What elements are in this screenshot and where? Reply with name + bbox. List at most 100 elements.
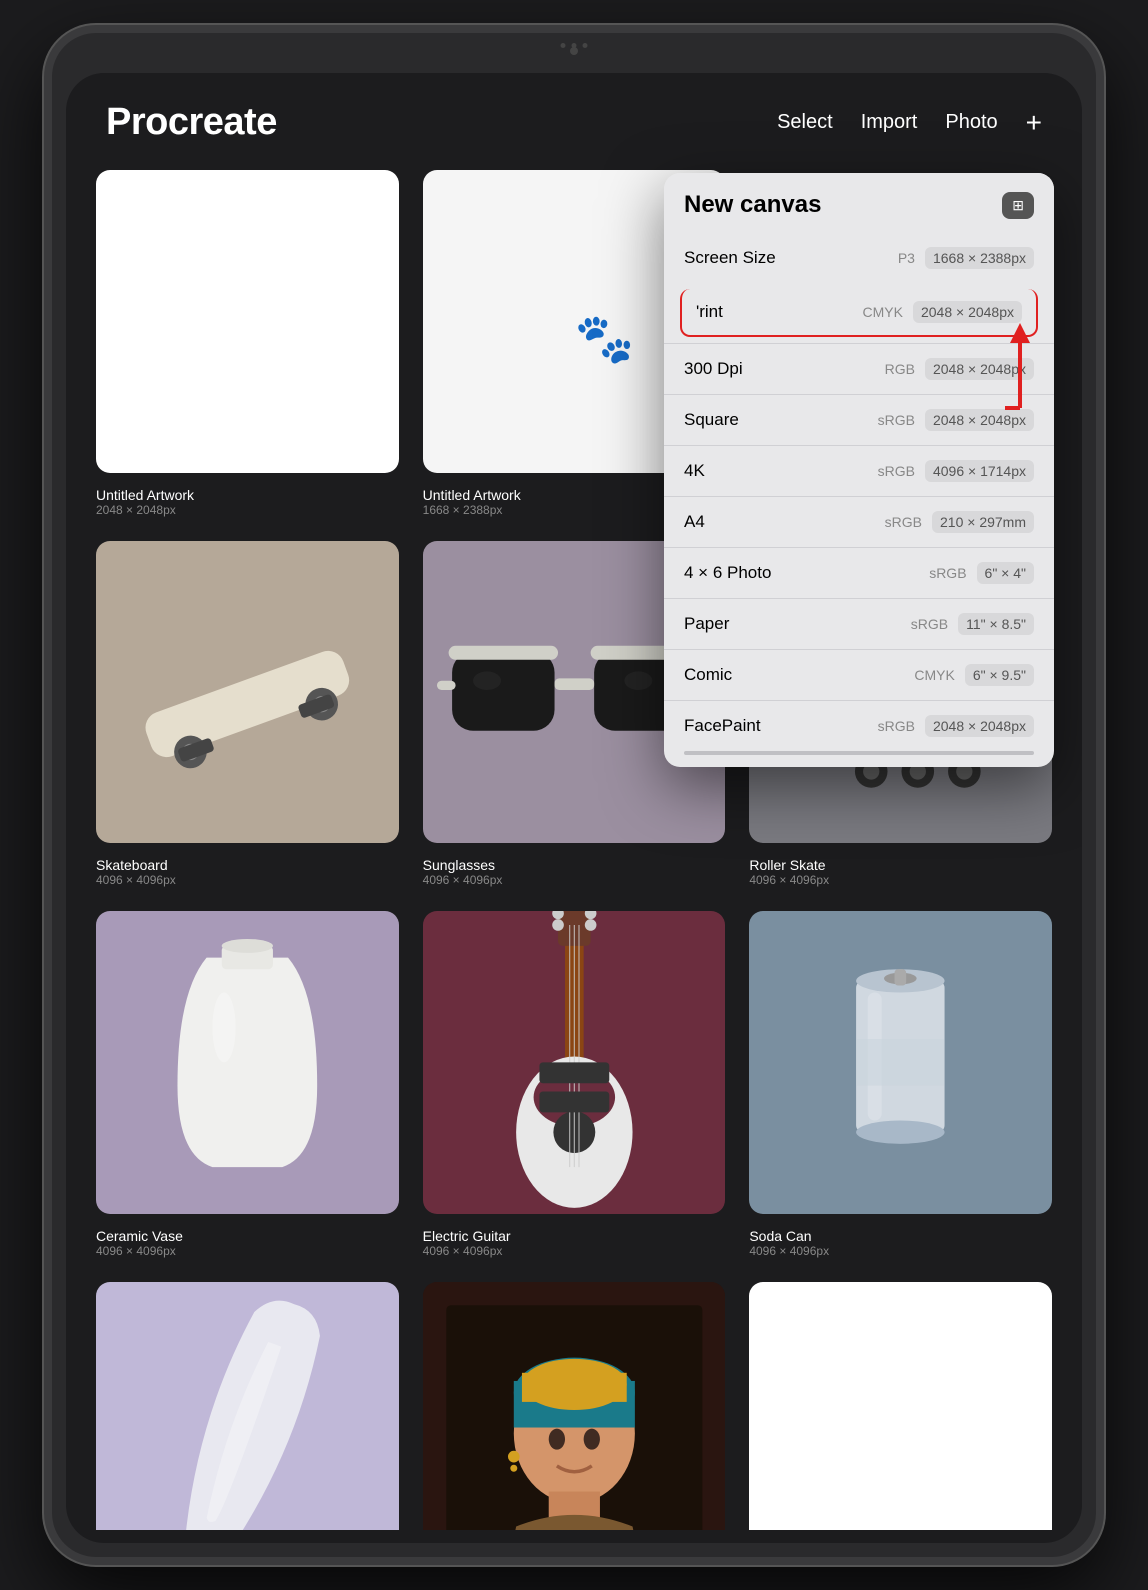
new-canvas-popup: New canvas ⊞ Screen Size P3 1668 × 2388p… (664, 173, 1054, 767)
canvas-item-color-4k: sRGB (878, 463, 915, 479)
canvas-item-name-300dpi: 300 Dpi (684, 359, 885, 379)
ipad-frame: Procreate Select Import Photo + Untitled… (44, 25, 1104, 1565)
canvas-item-color-comic: CMYK (914, 667, 954, 683)
canvas-item-size-a4: 210 × 297mm (932, 511, 1034, 533)
vase-title: Ceramic Vase (96, 1228, 399, 1244)
guitar-svg (423, 911, 726, 1214)
artwork-item-girl[interactable]: Untitled Artwork 2048 × 2048px (423, 1282, 726, 1530)
canvas-item-name-paper: Paper (684, 614, 911, 634)
canvas-item-name-square: Square (684, 410, 878, 430)
photo-button[interactable]: Photo (945, 111, 997, 134)
canvas-item-screensize[interactable]: Screen Size P3 1668 × 2388px (664, 233, 1054, 283)
vase-label: Ceramic Vase 4096 × 4096px (96, 1228, 399, 1258)
canvas-item-color-square: sRGB (878, 412, 915, 428)
artwork-thumb-surfboard[interactable] (96, 1282, 399, 1530)
skateboard-title: Skateboard (96, 857, 399, 873)
canvas-item-color-photo: sRGB (929, 565, 966, 581)
camera-bar (561, 43, 588, 48)
red-arrow-svg (1000, 318, 1040, 438)
surfboard-svg (96, 1282, 399, 1530)
canvas-item-square[interactable]: Square sRGB 2048 × 2048px (664, 394, 1054, 445)
canvas-item-photo[interactable]: 4 × 6 Photo sRGB 6" × 4" (664, 547, 1054, 598)
header-actions: Select Import Photo + (777, 107, 1042, 139)
canvas-item-4k[interactable]: 4K sRGB 4096 × 1714px (664, 445, 1054, 496)
artwork-thumb-skate[interactable] (96, 541, 399, 844)
canvas-list: Screen Size P3 1668 × 2388px 'rint CMYK … (664, 233, 1054, 751)
rollerskate-label: Roller Skate 4096 × 4096px (749, 857, 1052, 887)
canvas-list-scrollbar (684, 751, 1034, 755)
artwork-thumb-girl[interactable] (423, 1282, 726, 1530)
canvas-item-color-a4: sRGB (885, 514, 922, 530)
guitar-title: Electric Guitar (423, 1228, 726, 1244)
canvas-item-name-facepaint: FacePaint (684, 716, 878, 736)
canvas-item-size-paper: 11" × 8.5" (958, 613, 1034, 635)
artwork-thumb-1[interactable] (96, 170, 399, 473)
canvas-item-size-4k: 4096 × 1714px (925, 460, 1034, 482)
sodacan-label: Soda Can 4096 × 4096px (749, 1228, 1052, 1258)
artwork-item-surfboard[interactable]: Surfboard 4096 × 4096px (96, 1282, 399, 1530)
canvas-item-color-print: CMYK (863, 304, 903, 320)
artwork-item-1[interactable]: Untitled Artwork 2048 × 2048px (96, 170, 399, 517)
new-canvas-add-button[interactable]: ⊞ (1002, 192, 1034, 219)
rollerskate-title: Roller Skate (749, 857, 1052, 873)
canvas-item-name-photo: 4 × 6 Photo (684, 563, 929, 583)
canvas-item-comic[interactable]: Comic CMYK 6" × 9.5" (664, 649, 1054, 700)
vase-svg (96, 911, 399, 1214)
artwork-thumb-vase[interactable] (96, 911, 399, 1214)
artwork-item-vase[interactable]: Ceramic Vase 4096 × 4096px (96, 911, 399, 1258)
canvas-item-color-facepaint: sRGB (878, 718, 915, 734)
popup-title: New canvas (684, 191, 821, 219)
canvas-item-300dpi[interactable]: 300 Dpi RGB 2048 × 2048px (664, 343, 1054, 394)
sunglasses-title: Sunglasses (423, 857, 726, 873)
skateboard-label: Skateboard 4096 × 4096px (96, 857, 399, 887)
artwork-item-blank[interactable]: Untitled Artwork 2048 × 2048px (749, 1282, 1052, 1530)
rollerskate-size: 4096 × 4096px (749, 873, 1052, 887)
artwork-item-sodacan[interactable]: Soda Can 4096 × 4096px (749, 911, 1052, 1258)
artwork-title-1: Untitled Artwork (96, 487, 399, 503)
vase-size: 4096 × 4096px (96, 1244, 399, 1258)
canvas-item-paper[interactable]: Paper sRGB 11" × 8.5" (664, 598, 1054, 649)
sodacan-svg (749, 911, 1052, 1214)
canvas-item-name-screensize: Screen Size (684, 248, 898, 268)
camera-dot-2 (572, 43, 577, 48)
canvas-item-size-screensize: 1668 × 2388px (925, 247, 1034, 269)
artwork-label-1: Untitled Artwork 2048 × 2048px (96, 487, 399, 517)
canvas-item-color-300dpi: RGB (885, 361, 915, 377)
sodacan-size: 4096 × 4096px (749, 1244, 1052, 1258)
canvas-item-name-comic: Comic (684, 665, 914, 685)
new-canvas-add-icon: ⊞ (1012, 197, 1024, 214)
new-canvas-button[interactable]: + (1026, 107, 1042, 139)
app-title: Procreate (106, 101, 277, 144)
import-button[interactable]: Import (861, 111, 918, 134)
canvas-item-a4[interactable]: A4 sRGB 210 × 297mm (664, 496, 1054, 547)
artwork-thumb-sodacan[interactable] (749, 911, 1052, 1214)
canvas-item-print-wrapper: 'rint CMYK 2048 × 2048px (664, 283, 1054, 343)
canvas-item-name-a4: A4 (684, 512, 885, 532)
guitar-size: 4096 × 4096px (423, 1244, 726, 1258)
ipad-screen: Procreate Select Import Photo + Untitled… (66, 73, 1082, 1543)
popup-header: New canvas ⊞ (664, 173, 1054, 233)
artwork-size-1: 2048 × 2048px (96, 503, 399, 517)
canvas-item-print[interactable]: 'rint CMYK 2048 × 2048px (680, 289, 1038, 337)
canvas-item-color-screensize: P3 (898, 250, 915, 266)
artwork-item-skate[interactable]: Skateboard 4096 × 4096px (96, 541, 399, 888)
app-header: Procreate Select Import Photo + (66, 73, 1082, 160)
sunglasses-label: Sunglasses 4096 × 4096px (423, 857, 726, 887)
sunglasses-size: 4096 × 4096px (423, 873, 726, 887)
canvas-item-facepaint[interactable]: FacePaint sRGB 2048 × 2048px (664, 700, 1054, 751)
skateboard-size: 4096 × 4096px (96, 873, 399, 887)
artwork-item-guitar[interactable]: Electric Guitar 4096 × 4096px (423, 911, 726, 1258)
canvas-item-color-paper: sRGB (911, 616, 948, 632)
guitar-label: Electric Guitar 4096 × 4096px (423, 1228, 726, 1258)
dog-icon: 🐾 (575, 310, 635, 367)
camera-dot (561, 43, 566, 48)
sodacan-title: Soda Can (749, 1228, 1052, 1244)
select-button[interactable]: Select (777, 111, 833, 134)
girl-svg (423, 1282, 726, 1530)
camera-dot-3 (583, 43, 588, 48)
skateboard-svg (96, 541, 399, 844)
red-arrow-indicator (1000, 318, 1040, 443)
artwork-thumb-blank[interactable] (749, 1282, 1052, 1530)
canvas-item-name-4k: 4K (684, 461, 878, 481)
artwork-thumb-guitar[interactable] (423, 911, 726, 1214)
